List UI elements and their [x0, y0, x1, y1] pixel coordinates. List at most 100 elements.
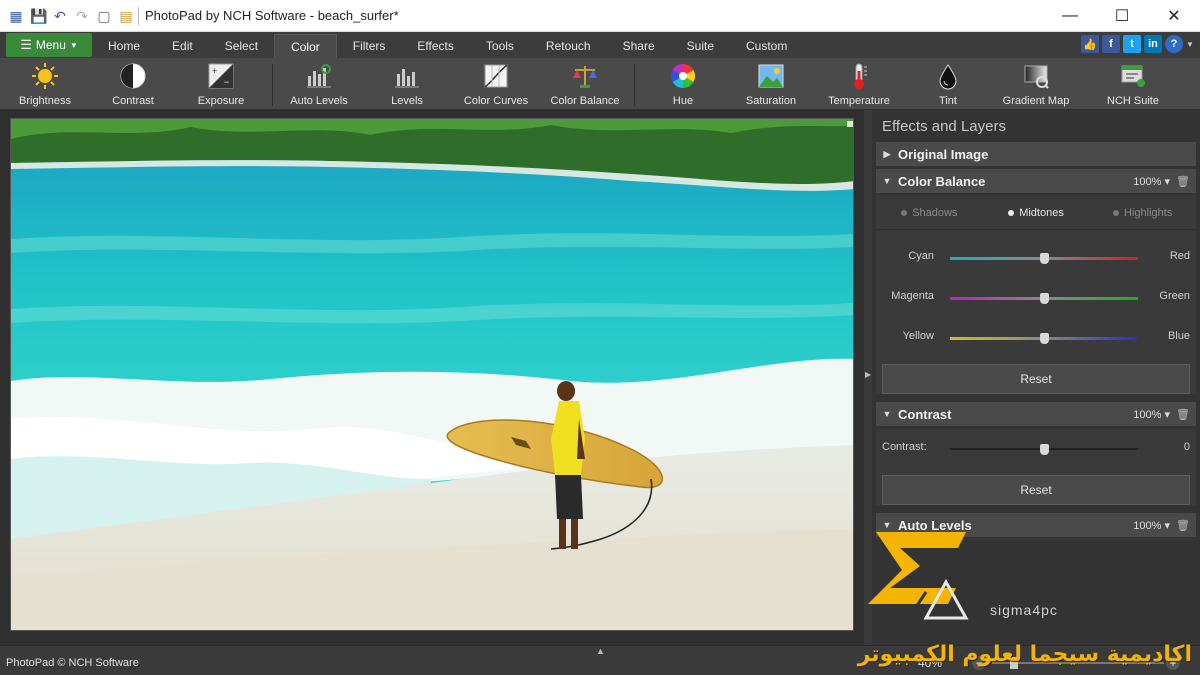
- tab-select[interactable]: Select: [209, 34, 274, 58]
- gradient-map-tool[interactable]: Gradient Map: [991, 62, 1081, 107]
- watermark-domain: sigma4pc: [990, 602, 1058, 618]
- save-icon[interactable]: 💾: [30, 8, 47, 24]
- exposure-tool[interactable]: + − Exposure: [176, 62, 266, 107]
- color-balance-icon: [570, 62, 600, 90]
- layer-original-image[interactable]: ▶ Original Image: [876, 142, 1196, 166]
- help-icon[interactable]: ?: [1165, 35, 1183, 53]
- contrast-reset-button[interactable]: Reset: [882, 475, 1190, 505]
- svg-text:+: +: [212, 66, 217, 76]
- tint-drop-icon: [933, 62, 963, 90]
- close-button[interactable]: ✕: [1148, 0, 1200, 32]
- new-icon[interactable]: ▢: [96, 8, 112, 24]
- contrast-tool[interactable]: Contrast: [88, 62, 178, 107]
- minimize-button[interactable]: —: [1044, 0, 1096, 32]
- exposure-label: Exposure: [197, 95, 245, 107]
- auto-levels-label: Auto Levels: [290, 95, 348, 107]
- cyan-red-slider-row: Cyan Red: [876, 238, 1196, 278]
- yellow-label: Yellow: [902, 330, 934, 342]
- expand-icon[interactable]: ▶: [876, 149, 898, 160]
- tint-label: Tint: [939, 95, 957, 107]
- tab-retouch[interactable]: Retouch: [530, 34, 607, 58]
- hue-tool[interactable]: Hue: [638, 62, 728, 107]
- color-balance-reset-button[interactable]: Reset: [882, 364, 1190, 394]
- gradient-map-icon: [1021, 62, 1051, 90]
- contrast-label: Contrast: [112, 95, 154, 107]
- panel-title: Effects and Layers: [882, 117, 1006, 135]
- tab-home[interactable]: Home: [92, 34, 156, 58]
- tab-edit[interactable]: Edit: [156, 34, 209, 58]
- paste-icon[interactable]: ▤: [118, 8, 134, 24]
- tab-custom[interactable]: Custom: [730, 34, 803, 58]
- collapse-panel-icon[interactable]: ▶: [865, 370, 871, 379]
- yellow-blue-slider-row: Yellow Blue: [876, 318, 1196, 358]
- green-label: Green: [1159, 290, 1190, 302]
- collapse-icon[interactable]: ▼: [876, 409, 898, 419]
- delete-layer-icon[interactable]: 🗑: [1176, 175, 1190, 188]
- nch-suite-tool[interactable]: NCH Suite: [1088, 62, 1178, 107]
- gradient-map-label: Gradient Map: [1002, 95, 1070, 107]
- color-balance-opacity[interactable]: 100% ▾: [1133, 175, 1170, 188]
- beach-surfer-photo[interactable]: [10, 118, 854, 631]
- temperature-label: Temperature: [828, 95, 890, 107]
- red-label: Red: [1169, 250, 1190, 262]
- nch-suite-icon: [1118, 62, 1148, 90]
- chevron-down-icon: ▼: [69, 40, 78, 50]
- app-icon[interactable]: ▦: [8, 8, 24, 24]
- radio-shadows[interactable]: Shadows: [876, 207, 983, 219]
- contrast-opacity[interactable]: 100% ▾: [1133, 408, 1170, 421]
- yellow-blue-slider-knob[interactable]: [1040, 333, 1049, 344]
- auto-levels-icon: [304, 62, 334, 90]
- redo-icon[interactable]: ↷: [74, 8, 90, 24]
- menu-button-label: Menu: [35, 38, 66, 52]
- contrast-slider[interactable]: [950, 444, 1138, 455]
- magenta-green-slider[interactable]: [950, 293, 1138, 304]
- tint-tool[interactable]: Tint: [903, 62, 993, 107]
- hue-wheel-icon: [668, 62, 698, 90]
- linkedin-icon[interactable]: in: [1144, 35, 1162, 53]
- color-balance-label: Color Balance: [550, 95, 620, 107]
- radio-midtones[interactable]: Midtones: [983, 207, 1090, 219]
- color-curves-tool[interactable]: Color Curves: [451, 62, 541, 107]
- color-balance-tool[interactable]: Color Balance: [540, 62, 630, 107]
- contrast-slider-knob[interactable]: [1040, 444, 1049, 455]
- cyan-red-slider[interactable]: [950, 253, 1138, 264]
- window-title: PhotoPad by NCH Software - beach_surfer*: [145, 8, 399, 23]
- delete-layer-icon[interactable]: 🗑: [1176, 408, 1190, 421]
- expand-bottom-icon[interactable]: ▲: [596, 646, 605, 656]
- tab-color[interactable]: Color: [274, 34, 337, 58]
- layer-color-balance[interactable]: ▼ Color Balance 100% ▾ 🗑: [876, 169, 1196, 193]
- undo-icon[interactable]: ↶: [52, 8, 68, 24]
- tab-share[interactable]: Share: [607, 34, 671, 58]
- ribbon-toolbar: Brightness Contrast + − Exposure Auto Lev…: [0, 58, 1200, 110]
- temperature-tool[interactable]: Temperature: [814, 62, 904, 107]
- menu-button[interactable]: ☰ Menu ▼: [6, 33, 92, 57]
- radio-highlights[interactable]: Highlights: [1089, 207, 1196, 219]
- quick-access-toolbar: ▦ 💾 ↶ ↷ ▢ ▤: [0, 8, 134, 24]
- layer-original-image-label: Original Image: [898, 146, 989, 162]
- tab-effects[interactable]: Effects: [401, 34, 469, 58]
- auto-levels-tool[interactable]: Auto Levels: [274, 62, 364, 107]
- image-canvas-area[interactable]: [0, 110, 864, 645]
- collapse-icon[interactable]: ▼: [876, 176, 898, 186]
- like-icon[interactable]: 👍: [1081, 35, 1099, 53]
- radio-highlights-label: Highlights: [1124, 206, 1173, 219]
- tab-tools[interactable]: Tools: [470, 34, 530, 58]
- cyan-red-slider-knob[interactable]: [1040, 253, 1049, 264]
- tab-filters[interactable]: Filters: [337, 34, 402, 58]
- help-dropdown-icon[interactable]: ▼: [1186, 35, 1194, 53]
- levels-tool[interactable]: Levels: [362, 62, 452, 107]
- tab-suite[interactable]: Suite: [671, 34, 730, 58]
- saturation-tool[interactable]: Saturation: [726, 62, 816, 107]
- brightness-label: Brightness: [19, 95, 71, 107]
- magenta-green-slider-knob[interactable]: [1040, 293, 1049, 304]
- twitter-icon[interactable]: t: [1123, 35, 1141, 53]
- layer-contrast[interactable]: ▼ Contrast 100% ▾ 🗑: [876, 402, 1196, 426]
- contrast-opacity-value: 100%: [1133, 408, 1162, 421]
- maximize-button[interactable]: ☐: [1096, 0, 1148, 32]
- cyan-label: Cyan: [908, 250, 934, 262]
- brightness-tool[interactable]: Brightness: [0, 62, 90, 107]
- facebook-icon[interactable]: f: [1102, 35, 1120, 53]
- radio-shadows-label: Shadows: [912, 206, 958, 219]
- yellow-blue-slider[interactable]: [950, 333, 1138, 344]
- contrast-field-label: Contrast:: [882, 441, 927, 453]
